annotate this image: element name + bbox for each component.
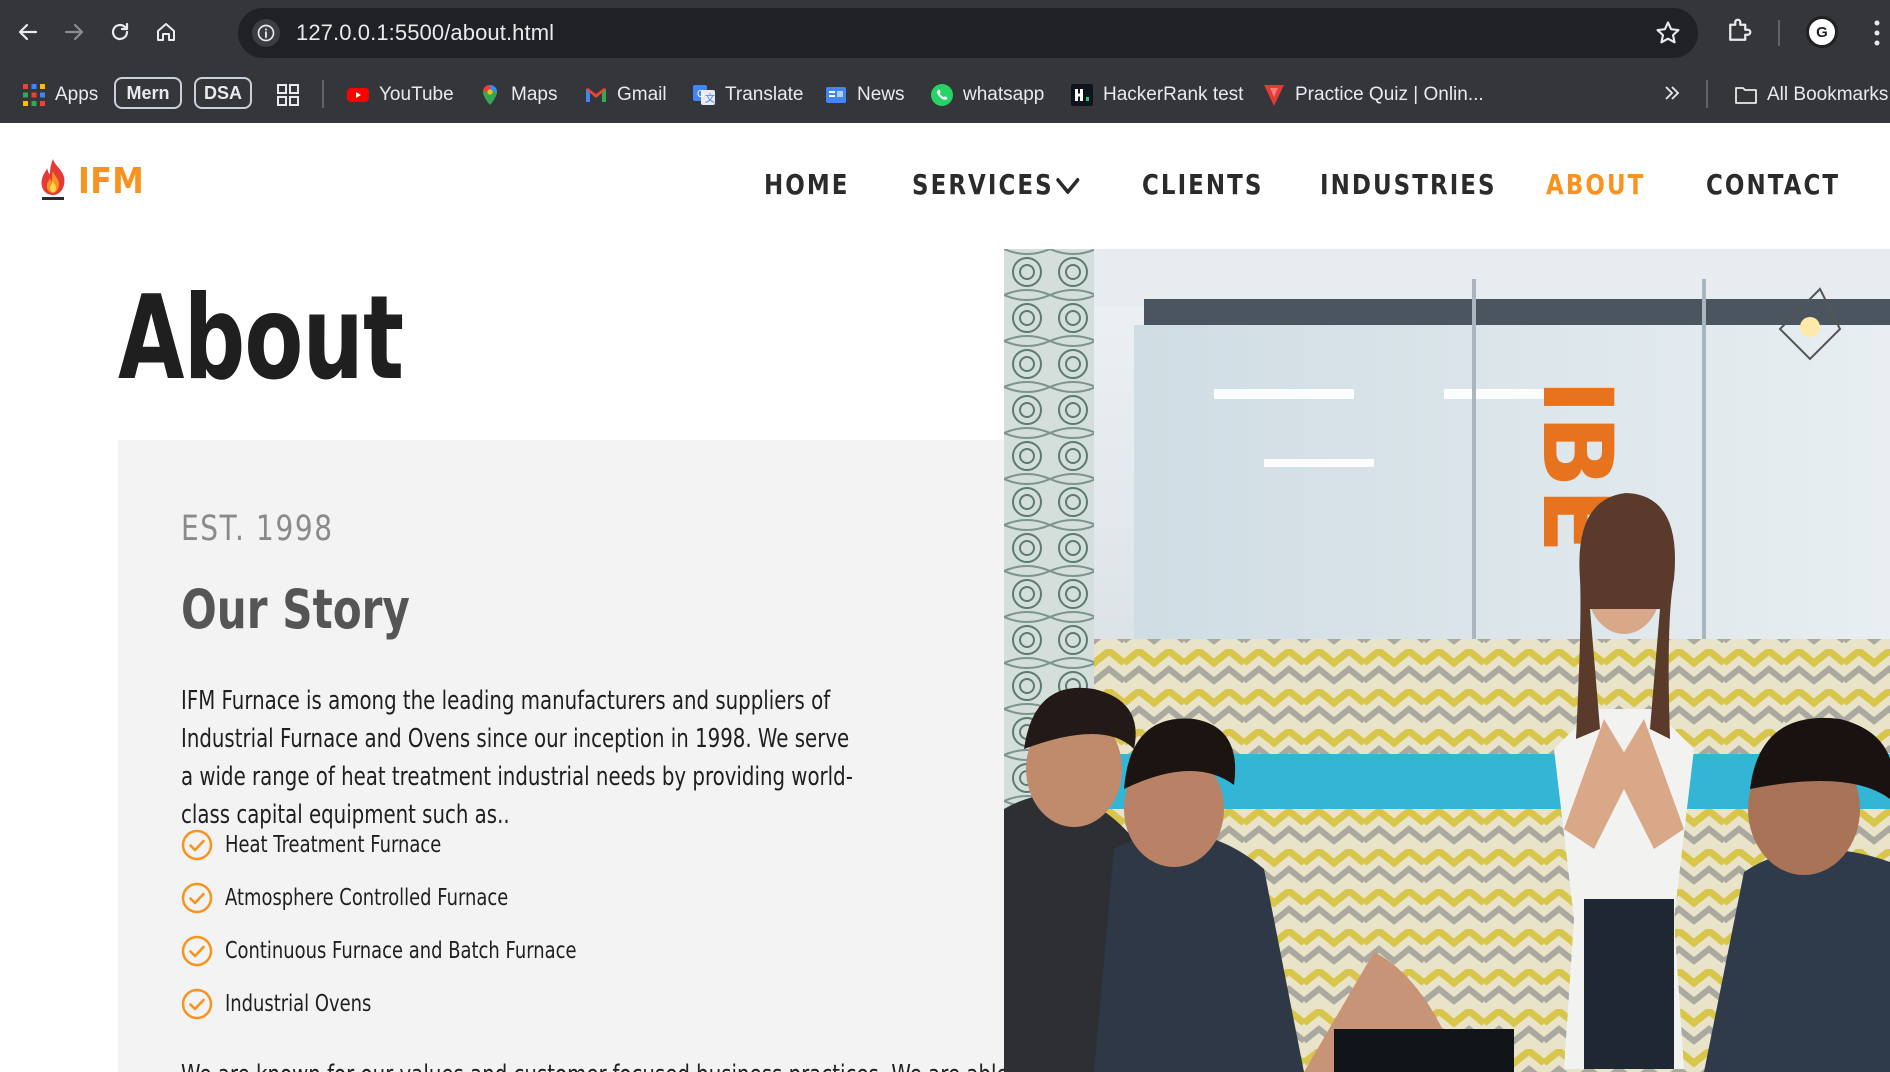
- bookmark-label: HackerRank test: [1103, 84, 1244, 105]
- bookmark-label: Gmail: [617, 84, 667, 105]
- page-title: About: [118, 271, 404, 406]
- apps-grid-icon: [23, 84, 45, 106]
- quiz-icon: [1264, 85, 1284, 106]
- bookmark-label: whatsapp: [963, 84, 1045, 105]
- check-circle-icon: [181, 882, 213, 914]
- nav-services[interactable]: SERVICES: [912, 168, 1080, 201]
- svg-text:文: 文: [705, 92, 715, 105]
- whatsapp-icon: [931, 84, 953, 106]
- feature-label: Industrial Ovens: [225, 991, 372, 1017]
- story-paragraph: IFM Furnace is among the leading manufac…: [181, 686, 853, 830]
- home-icon: [157, 23, 175, 41]
- translate-icon: G文: [693, 85, 715, 105]
- back-arrow-icon: [18, 23, 38, 41]
- nav-contact[interactable]: CONTACT: [1706, 168, 1840, 201]
- bookmark-apps[interactable]: Apps: [22, 79, 98, 111]
- check-circle-icon: [181, 988, 213, 1020]
- reload-button[interactable]: [100, 12, 140, 52]
- bookmark-label: Translate: [725, 84, 804, 105]
- logo-text: IFM: [78, 160, 145, 202]
- maps-icon: [483, 85, 497, 105]
- bookmark-tab-groups[interactable]: [276, 79, 300, 111]
- check-circle-icon: [181, 935, 213, 967]
- bookmark-hackerrank[interactable]: HackerRank test: [1070, 79, 1243, 111]
- back-button[interactable]: [8, 12, 48, 52]
- bookmark-label: News: [857, 84, 905, 105]
- established-year: EST. 1998: [181, 509, 334, 549]
- svg-text:G: G: [697, 89, 705, 100]
- bookmarks-bar: Apps Mern DSA YouTube Maps Gmail G文 Tran…: [0, 66, 1890, 123]
- youtube-icon: [347, 88, 369, 102]
- check-circle-icon: [181, 829, 213, 861]
- feature-label: Heat Treatment Furnace: [225, 832, 442, 858]
- site-logo[interactable]: IFM: [36, 157, 153, 205]
- nav-home[interactable]: HOME: [764, 168, 849, 201]
- bookmark-youtube[interactable]: YouTube: [346, 79, 454, 111]
- team-meeting-photo: IBE: [1004, 249, 1890, 1072]
- chevron-down-icon: [1056, 178, 1080, 194]
- folder-icon: [1735, 87, 1757, 104]
- bookmark-label: DSA: [203, 82, 242, 103]
- story-title: Our Story: [181, 578, 410, 641]
- forward-arrow-icon: [64, 23, 84, 41]
- gmail-icon: [586, 88, 606, 102]
- bookmark-label: Maps: [511, 84, 558, 105]
- nav-services-label: SERVICES: [912, 168, 1054, 201]
- bookmark-news[interactable]: News: [824, 79, 905, 111]
- news-icon: [826, 87, 846, 103]
- bookmark-folder-dsa[interactable]: DSA: [194, 77, 252, 109]
- extensions-puzzle-icon[interactable]: [1724, 16, 1754, 46]
- meeting-illustration: IBE: [1004, 249, 1890, 1072]
- home-button[interactable]: [146, 12, 186, 52]
- all-bookmarks-label: All Bookmarks: [1767, 84, 1889, 105]
- nav-clients[interactable]: CLIENTS: [1142, 168, 1263, 201]
- bookmark-translate[interactable]: G文 Translate: [692, 79, 804, 111]
- hackerrank-icon: [1071, 84, 1093, 106]
- list-item: Heat Treatment Furnace: [181, 828, 502, 862]
- bookmark-maps[interactable]: Maps: [478, 79, 557, 111]
- tab-groups-icon: [277, 84, 299, 106]
- flame-logo-icon: [41, 159, 65, 200]
- bookmark-label: Apps: [55, 84, 99, 105]
- browser-chrome: 127.0.0.1:5500/about.html G Apps Mern DS…: [0, 0, 1890, 123]
- url-text: 127.0.0.1:5500/about.html: [296, 20, 555, 45]
- more-bookmarks-chevron-icon[interactable]: [1662, 83, 1682, 103]
- toolbar-divider: [1778, 20, 1780, 46]
- bookmark-folder-mern[interactable]: Mern: [114, 77, 182, 109]
- values-paragraph: We are known for our values and customer…: [181, 1060, 1035, 1072]
- feature-label: Continuous Furnace and Batch Furnace: [225, 938, 577, 964]
- list-item: Industrial Ovens: [181, 987, 413, 1021]
- bookmark-practice-quiz[interactable]: Practice Quiz | Onlin...: [1262, 79, 1484, 111]
- reload-icon: [111, 22, 129, 41]
- bookmark-star-icon[interactable]: [1654, 19, 1682, 47]
- bookmarks-divider: [1706, 80, 1708, 108]
- more-menu-icon[interactable]: [1872, 18, 1882, 48]
- site-header: IFM HOME SERVICES CLIENTS INDUSTRIES ABO…: [0, 123, 1890, 248]
- all-bookmarks[interactable]: All Bookmarks: [1734, 79, 1888, 111]
- bookmark-label: Mern: [126, 82, 170, 103]
- list-item: Continuous Furnace and Batch Furnace: [181, 934, 676, 968]
- bookmarks-divider: [322, 80, 324, 108]
- bookmark-gmail[interactable]: Gmail: [584, 79, 667, 111]
- feature-label: Atmosphere Controlled Furnace: [225, 885, 509, 911]
- nav-about[interactable]: ABOUT: [1546, 168, 1645, 201]
- bookmark-label: Practice Quiz | Onlin...: [1295, 84, 1484, 105]
- list-item: Atmosphere Controlled Furnace: [181, 881, 588, 915]
- address-bar[interactable]: 127.0.0.1:5500/about.html: [238, 8, 1698, 58]
- site-info-icon[interactable]: [252, 19, 280, 47]
- bookmark-whatsapp[interactable]: whatsapp: [930, 79, 1044, 111]
- nav-industries[interactable]: INDUSTRIES: [1320, 168, 1497, 201]
- browser-toolbar: 127.0.0.1:5500/about.html G: [0, 0, 1890, 66]
- forward-button[interactable]: [54, 12, 94, 52]
- profile-avatar[interactable]: G: [1806, 16, 1838, 48]
- bookmark-label: YouTube: [379, 84, 454, 105]
